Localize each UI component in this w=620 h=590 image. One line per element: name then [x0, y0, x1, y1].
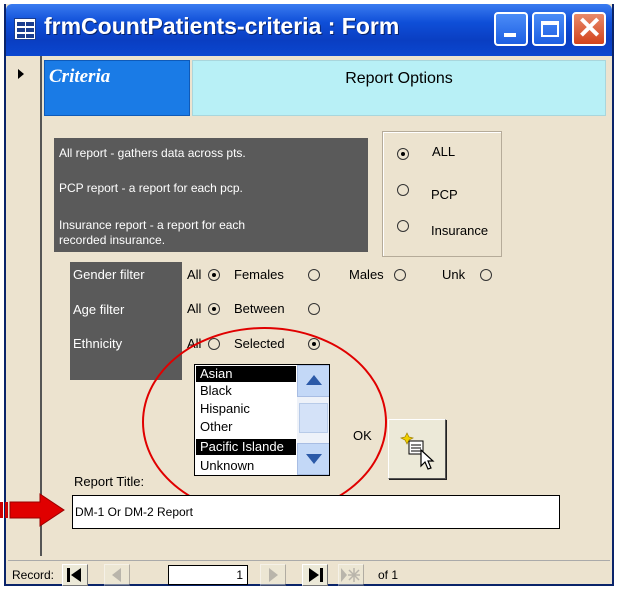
radio-report-all[interactable]: [397, 148, 409, 160]
report-title-label: Report Title:: [74, 474, 145, 489]
current-record-field[interactable]: 1: [168, 565, 248, 585]
tab-report-options-label: Report Options: [345, 70, 453, 87]
radio-report-pcp[interactable]: [397, 184, 409, 196]
new-record-button[interactable]: [338, 564, 364, 586]
tab-report-options[interactable]: Report Options: [192, 60, 606, 116]
description-insurance-2: recorded insurance.: [59, 233, 166, 247]
report-title-input[interactable]: [72, 495, 560, 529]
close-button[interactable]: ✕: [572, 12, 606, 46]
filter-labels-panel: Gender filter Age filter Ethnicity: [70, 262, 182, 380]
radio-report-insurance-label: Insurance: [431, 223, 489, 238]
gender-unk-label: Unk: [442, 267, 466, 282]
form-icon: [14, 18, 36, 40]
tab-criteria-label: Criteria: [49, 66, 111, 87]
minimize-icon: [504, 33, 516, 37]
gender-males-label: Males: [349, 267, 384, 282]
last-record-button[interactable]: [302, 564, 328, 586]
age-filter-label: Age filter: [73, 302, 125, 317]
previous-record-button[interactable]: [104, 564, 130, 586]
age-between-label: Between: [234, 301, 285, 316]
last-record-icon: [309, 568, 323, 582]
gender-filter-label: Gender filter: [73, 267, 145, 282]
previous-record-icon: [112, 568, 121, 582]
next-record-icon: [269, 568, 278, 582]
radio-gender-females[interactable]: [308, 269, 320, 281]
ok-button[interactable]: [388, 419, 446, 479]
window-title: frmCountPatients-criteria : Form: [44, 13, 400, 39]
record-count-label: of 1: [378, 568, 399, 582]
radio-report-insurance[interactable]: [397, 220, 409, 232]
radio-age-between[interactable]: [308, 303, 320, 315]
report-type-option-group: ALL PCP Insurance: [382, 131, 502, 257]
radio-age-all[interactable]: [208, 303, 220, 315]
gender-all-label: All: [187, 267, 202, 282]
next-record-button[interactable]: [260, 564, 286, 586]
radio-gender-all[interactable]: [208, 269, 220, 281]
run-report-icon: [399, 432, 435, 470]
new-record-icon: [341, 568, 360, 582]
ethnicity-filter-label: Ethnicity: [73, 336, 123, 351]
radio-gender-males[interactable]: [394, 269, 406, 281]
description-all: All report - gathers data across pts.: [59, 146, 246, 160]
tab-criteria[interactable]: Criteria: [44, 60, 190, 116]
gender-females-label: Females: [234, 267, 284, 282]
report-description-panel: All report - gathers data across pts. PC…: [54, 138, 368, 252]
description-insurance-1: Insurance report - a report for each: [59, 218, 246, 232]
radio-report-pcp-label: PCP: [431, 187, 458, 202]
radio-gender-unk[interactable]: [480, 269, 492, 281]
description-pcp: PCP report - a report for each pcp.: [59, 181, 243, 195]
age-all-label: All: [187, 301, 202, 316]
record-label: Record:: [12, 568, 55, 582]
title-bar[interactable]: frmCountPatients-criteria : Form ✕: [6, 4, 612, 56]
current-record-icon: [18, 69, 24, 79]
maximize-button[interactable]: [532, 12, 566, 46]
minimize-button[interactable]: [494, 12, 528, 46]
first-record-icon: [67, 568, 81, 582]
radio-report-all-label: ALL: [432, 144, 456, 159]
record-navigation-bar: Record: 1 of 1: [8, 560, 610, 586]
form-window: frmCountPatients-criteria : Form ✕ Crite…: [4, 4, 614, 586]
first-record-button[interactable]: [62, 564, 88, 586]
annotation-arrow-icon: [0, 493, 65, 527]
close-icon: ✕: [577, 12, 603, 45]
maximize-icon: [541, 21, 559, 37]
record-selector[interactable]: [6, 56, 42, 556]
annotation-circle: [142, 327, 387, 517]
